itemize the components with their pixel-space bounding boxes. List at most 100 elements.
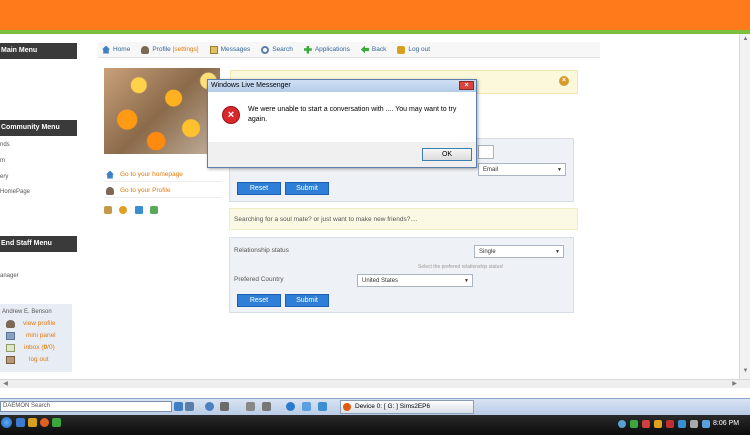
ok-button[interactable]: OK xyxy=(422,148,472,161)
preferred-country-label: Prefered Country xyxy=(234,276,284,283)
update-icon[interactable] xyxy=(654,420,662,428)
security-shield-icon[interactable] xyxy=(666,420,674,428)
gift-icon[interactable] xyxy=(119,206,127,214)
settings-gear-icon[interactable] xyxy=(246,402,255,411)
submit-button[interactable]: Submit xyxy=(285,294,329,307)
envelope-icon xyxy=(209,45,218,54)
device-task-button[interactable]: Device 0: [ G: ] Sims2EP6 xyxy=(340,400,474,414)
go-to-homepage-link[interactable]: Go to your homepage xyxy=(104,168,222,182)
go-to-profile-link[interactable]: Go to your Profile xyxy=(104,184,222,198)
nav-home-label: Home xyxy=(113,46,131,53)
mount-icon[interactable] xyxy=(220,402,229,411)
network-icon[interactable] xyxy=(618,420,626,428)
applications-icon[interactable] xyxy=(150,206,158,214)
back-arrow-icon xyxy=(360,45,369,54)
horizontal-scrollbar[interactable]: ◀ ▶ xyxy=(0,379,750,388)
media-icon[interactable] xyxy=(52,418,61,427)
go-to-profile-label: Go to your Profile xyxy=(120,187,171,194)
relationship-status-hint: Select the prefered relationship status! xyxy=(418,264,504,270)
dialog-title: Windows Live Messenger xyxy=(208,80,476,92)
search-icon xyxy=(261,45,270,54)
nav-back[interactable]: Back xyxy=(360,45,386,54)
dialog-message: We were unable to start a conversation w… xyxy=(248,106,457,123)
community-menu-item[interactable]: m xyxy=(0,158,5,164)
chevron-down-icon: ▼ xyxy=(557,167,562,173)
submit-button[interactable]: Submit xyxy=(285,182,329,195)
error-icon: × xyxy=(222,106,240,124)
lock-icon xyxy=(397,45,406,54)
home-icon xyxy=(102,45,110,54)
inbox-link-suffix: ) xyxy=(52,344,55,351)
preferred-country-select[interactable]: United States ▼ xyxy=(357,274,473,287)
mini-panel-icon xyxy=(6,332,15,340)
mini-panel-link[interactable]: mini panel xyxy=(26,332,56,339)
nav-messages[interactable]: Messages xyxy=(209,45,251,54)
nav-profile[interactable]: Profile [settings] xyxy=(141,45,199,54)
site-header-band xyxy=(0,0,750,30)
message-icon[interactable] xyxy=(135,206,143,214)
nav-applications-label: Applications xyxy=(314,46,350,53)
nav-applications[interactable]: Applications xyxy=(303,45,350,54)
dialog-close-icon[interactable]: × xyxy=(459,81,474,90)
antivirus-icon[interactable] xyxy=(642,420,650,428)
scroll-left-icon[interactable]: ◀ xyxy=(2,381,9,388)
daemon-search-input[interactable]: DAEMON Search xyxy=(0,401,172,412)
firefox-icon[interactable] xyxy=(40,418,49,427)
user-name: Andrew E. Benson xyxy=(2,309,52,315)
reset-button[interactable]: Reset xyxy=(237,182,281,195)
community-menu-item[interactable]: nds xyxy=(0,142,10,148)
globe-icon[interactable] xyxy=(286,402,295,411)
top-navigation: Home Profile [settings] Messages Search … xyxy=(98,42,600,58)
inbox-link-prefix: inbox ( xyxy=(24,344,44,351)
log-out-link[interactable]: log out xyxy=(29,356,49,363)
battery-icon[interactable] xyxy=(690,420,698,428)
vertical-scrollbar[interactable]: ▲ ▼ xyxy=(739,34,750,379)
staff-menu-item[interactable]: anager xyxy=(0,273,19,279)
messenger-icon[interactable] xyxy=(630,420,638,428)
disc-icon xyxy=(343,403,351,411)
search-field-select[interactable]: Email ▼ xyxy=(478,163,566,176)
device-task-label: Device 0: [ G: ] Sims2EP6 xyxy=(355,403,431,410)
inbox-link[interactable]: inbox (0/0) xyxy=(24,344,55,351)
nav-settings-link[interactable]: [settings] xyxy=(173,46,199,53)
link-icon[interactable] xyxy=(302,402,311,411)
wifi-icon[interactable] xyxy=(702,420,710,428)
chevron-down-icon: ▼ xyxy=(464,278,469,284)
search-field-value: Email xyxy=(483,167,499,173)
relationship-status-value: Single xyxy=(479,249,496,255)
nav-logout[interactable]: Log out xyxy=(397,45,431,54)
search-text-input[interactable] xyxy=(478,145,494,159)
scroll-down-icon[interactable]: ▼ xyxy=(742,368,749,375)
nav-home[interactable]: Home xyxy=(102,45,131,54)
drive-icon[interactable] xyxy=(205,402,214,411)
friends-icon[interactable] xyxy=(104,206,112,214)
community-menu-item[interactable]: ery xyxy=(0,174,8,180)
nav-search[interactable]: Search xyxy=(261,45,293,54)
search-go-icon[interactable] xyxy=(174,402,183,411)
volume-icon[interactable] xyxy=(678,420,686,428)
person-icon xyxy=(106,186,114,195)
view-profile-link[interactable]: view profile xyxy=(23,320,56,327)
preferred-country-value: United States xyxy=(362,278,399,284)
scroll-right-icon[interactable]: ▶ xyxy=(731,381,738,388)
go-to-homepage-label: Go to your homepage xyxy=(120,171,183,178)
profile-person-icon xyxy=(6,320,15,328)
tools-icon[interactable] xyxy=(262,402,271,411)
help-icon[interactable] xyxy=(318,402,327,411)
ie-icon[interactable] xyxy=(16,418,25,427)
start-icon[interactable] xyxy=(1,417,12,428)
scroll-up-icon[interactable]: ▲ xyxy=(742,36,749,43)
daemon-tools-icon[interactable] xyxy=(185,402,194,411)
main-menu-header: Main Menu xyxy=(0,43,77,59)
nav-logout-label: Log out xyxy=(408,46,431,53)
reset-button[interactable]: Reset xyxy=(237,294,281,307)
community-menu-item[interactable]: HomePage xyxy=(0,189,30,195)
clock[interactable]: 8:06 PM xyxy=(713,420,739,427)
nav-profile-label: Profile xyxy=(152,46,171,53)
plus-icon xyxy=(303,45,312,54)
person-icon xyxy=(141,45,150,54)
relationship-status-select[interactable]: Single ▼ xyxy=(474,245,564,258)
nav-messages-label: Messages xyxy=(220,46,251,53)
close-notice-icon[interactable]: × xyxy=(559,76,569,86)
folder-icon[interactable] xyxy=(28,418,37,427)
